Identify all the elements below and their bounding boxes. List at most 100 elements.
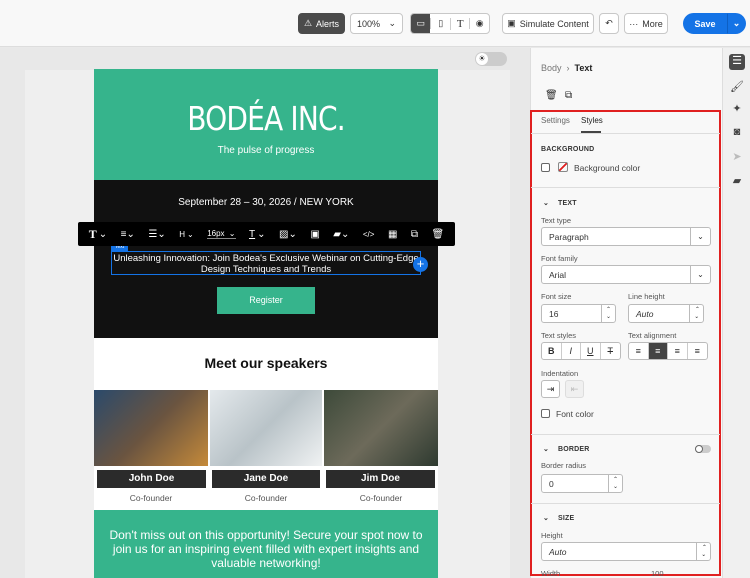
save-button[interactable]: Save [683, 13, 727, 34]
top-toolbar: ⚠ Alerts 100% ⌄ ▭ ▯ T ◉ ▣ Simulate Content … [0, 0, 750, 47]
accessibility-icon[interactable]: ◙ [729, 126, 745, 142]
border-radius-input[interactable]: 0 ⌃ ⌄ [541, 474, 623, 493]
more-button[interactable]: ··· More [624, 13, 668, 34]
send-icon[interactable]: ➤ [729, 150, 745, 166]
more-icon: ··· [629, 18, 639, 29]
register-button[interactable]: Register [217, 287, 315, 314]
trash-icon[interactable]: 🗑 [545, 90, 558, 101]
speakers-heading-section: Meet our speakers [94, 338, 438, 390]
cta-text: Don't miss out on this opportunity! Secu… [109, 528, 423, 570]
text-styles-label: Text styles [541, 331, 577, 340]
height-input[interactable]: Auto ⌃ ⌄ [541, 542, 711, 561]
chevron-down-icon[interactable]: ⌄ [543, 514, 549, 522]
stepper-icon[interactable]: ⌃ ⌄ [601, 305, 615, 322]
underline-icon[interactable]: U [581, 343, 601, 359]
undo-button[interactable]: ↶ [599, 13, 619, 34]
alerts-icon: ⚠ [303, 18, 313, 28]
add-block-icon[interactable]: + [413, 257, 428, 272]
event-section: September 28 – 30, 2026 / NEW YORK Unlea… [94, 180, 438, 338]
settings-sliders-icon[interactable]: ☰ [729, 54, 745, 70]
background-checkbox[interactable] [541, 163, 550, 172]
stepper-icon[interactable]: ⌃ ⌄ [689, 305, 703, 322]
magic-icon[interactable]: ✦ [729, 102, 745, 118]
chevron-down-icon: ⌄ [388, 18, 396, 28]
align-right-icon[interactable]: ≡ [668, 343, 688, 359]
speaker-role: Co-founder [244, 493, 288, 503]
personalization-icon[interactable]: ▣ [310, 229, 319, 240]
comment-icon[interactable]: ▰ [729, 174, 745, 190]
background-heading: BACKGROUND [541, 146, 595, 153]
font-size-select[interactable]: 16px ⌄ [207, 229, 236, 239]
border-toggle[interactable] [695, 445, 711, 453]
line-height-label: Line height [628, 292, 665, 301]
save-options-button[interactable]: ⌄ [727, 13, 746, 34]
cta-section: Don't miss out on this opportunity! Secu… [94, 510, 438, 578]
delete-icon[interactable]: 🗑 [432, 229, 445, 240]
simulate-content-button[interactable]: ▣ Simulate Content [502, 13, 594, 34]
speaker-name: John Doe [97, 470, 206, 488]
width-label: Width [541, 569, 561, 578]
mobile-icon[interactable]: ▯ [430, 18, 450, 29]
theme-toggle[interactable]: ☀ [475, 52, 507, 66]
brush-icon[interactable]: 🖌 [729, 80, 745, 96]
tab-settings[interactable]: Settings [541, 116, 570, 125]
comment-icon[interactable]: ▰⌄ [333, 229, 349, 240]
italic-icon[interactable]: I [562, 343, 581, 359]
align-justify-icon[interactable]: ≡ [688, 343, 708, 359]
stepper-icon[interactable]: ⌃ ⌄ [608, 475, 622, 492]
fragment-icon[interactable]: ▦ [388, 229, 397, 240]
preview-eye-icon[interactable]: ◉ [469, 18, 489, 29]
outdent-icon[interactable]: ⇤ [565, 380, 584, 398]
chevron-down-icon[interactable]: ⌄ [543, 445, 549, 453]
bold-icon[interactable]: B [542, 343, 562, 359]
view-mode-group: ▭ ▯ T ◉ [410, 13, 490, 34]
undo-icon: ↶ [605, 18, 613, 28]
simulate-icon: ▣ [507, 18, 516, 28]
image-icon[interactable]: ▨⌄ [279, 229, 297, 240]
breadcrumb-parent[interactable]: Body [541, 63, 562, 73]
border-radius-label: Border radius [541, 461, 587, 470]
line-height-input[interactable]: Auto ⌃ ⌄ [628, 304, 704, 323]
speaker-name: Jim Doe [326, 470, 435, 488]
text-view-icon[interactable]: T [449, 17, 470, 30]
breadcrumb: Body › Text [541, 63, 593, 73]
alerts-button[interactable]: ⚠ Alerts [298, 13, 345, 34]
speakers-row: John Doe Jane Doe Jim Doe Co-founder Co-… [94, 390, 438, 510]
font-family-select[interactable]: Arial ⌄ [541, 265, 711, 284]
text-style-icon[interactable]: T ⌄ [89, 227, 107, 242]
align-center-icon[interactable]: ≡ [648, 343, 668, 359]
desktop-icon[interactable]: ▭ [411, 14, 431, 33]
chevron-down-icon: ⌄ [690, 228, 710, 245]
font-size-input[interactable]: 16 ⌃ ⌄ [541, 304, 616, 323]
duplicate-icon[interactable]: ⧉ [411, 229, 418, 240]
tab-styles[interactable]: Styles [581, 116, 603, 125]
font-color-label: Font color [556, 409, 594, 419]
speaker-role: Co-founder [129, 493, 173, 503]
chevron-down-icon[interactable]: ⌄ [543, 199, 549, 207]
zoom-select[interactable]: 100% ⌄ [350, 13, 403, 34]
text-color-icon[interactable]: T ⌄ [249, 229, 266, 240]
email-content: BODÉA INC. The pulse of progress Septemb… [94, 69, 438, 578]
list-icon[interactable]: ☰⌄ [148, 229, 165, 240]
duplicate-icon[interactable]: ⧉ [565, 90, 572, 101]
font-color-checkbox[interactable] [541, 409, 550, 418]
width-value: 100 [651, 569, 664, 578]
stepper-icon[interactable]: ⌃ ⌄ [696, 543, 710, 560]
align-icon[interactable]: ≡⌄ [121, 229, 135, 240]
no-color-swatch-icon[interactable] [558, 162, 568, 172]
align-left-icon[interactable]: ≡ [629, 343, 649, 359]
text-alignment-group: ≡ ≡ ≡ ≡ [628, 342, 708, 360]
text-heading: TEXT [558, 200, 577, 207]
text-type-label: Text type [541, 216, 572, 225]
text-type-select[interactable]: Paragraph ⌄ [541, 227, 711, 246]
indent-icon[interactable]: ⇥ [541, 380, 560, 398]
breadcrumb-current: Text [574, 63, 593, 73]
text-styles-group: BIUT [541, 342, 621, 360]
selected-text-block[interactable]: Unleashing Innovation: Join Bodea's Excl… [111, 251, 421, 275]
speaker-photo [324, 390, 438, 466]
font-family-label: Font family [541, 254, 578, 263]
background-color-label: Background color [574, 163, 641, 173]
code-icon[interactable]: </> [363, 230, 375, 239]
heading-icon[interactable]: H ⌄ [179, 230, 193, 239]
strikethrough-icon[interactable]: T [601, 343, 621, 359]
